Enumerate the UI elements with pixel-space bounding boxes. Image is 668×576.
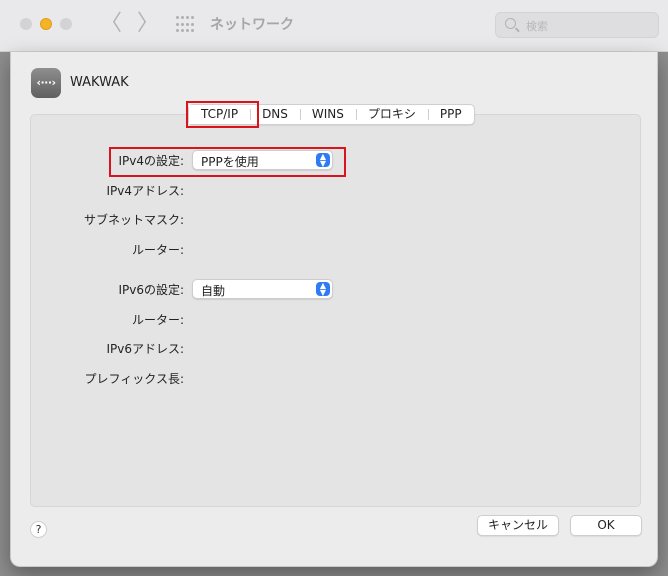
help-button[interactable]: ? <box>30 521 47 538</box>
back-arrow-icon[interactable]: 〈 <box>100 12 122 36</box>
tcpip-settings-sheet: ‹···› WAKWAK TCP/IP DNS WINS プロキシ PPP IP… <box>10 52 658 567</box>
ipv4-address-label: IPv4アドレス: <box>106 184 184 198</box>
window-title: ネットワーク <box>210 17 294 33</box>
forward-arrow-icon[interactable]: 〉 <box>137 12 159 36</box>
tcpip-tab-highlight-box <box>186 101 259 128</box>
ipv4-config-highlight-box <box>109 147 346 177</box>
close-window-button[interactable] <box>20 18 32 30</box>
ipv6-router-label: ルーター: <box>131 313 184 327</box>
tab-wins[interactable]: WINS <box>299 105 356 124</box>
zoom-window-button[interactable] <box>60 18 72 30</box>
ipv6-config-value: 自動 <box>201 284 226 298</box>
search-field[interactable]: 検索 <box>495 12 659 38</box>
ok-button[interactable]: OK <box>570 515 642 536</box>
ipv6-address-label: IPv6アドレス: <box>106 342 184 356</box>
show-all-grid-icon[interactable] <box>176 16 194 34</box>
window-titlebar: 〈 〉 ネットワーク 検索 <box>0 0 668 52</box>
ipv6-config-label: IPv6の設定: <box>118 283 184 297</box>
prefix-length-label: プレフィックス長: <box>84 372 184 386</box>
minimize-window-button[interactable] <box>40 18 52 30</box>
chevron-updown-icon: ▲ ▼ <box>316 282 330 297</box>
search-placeholder: 検索 <box>526 20 548 33</box>
ipv4-router-label: ルーター: <box>131 243 184 257</box>
subnet-mask-label: サブネットマスク: <box>83 213 184 227</box>
cancel-button[interactable]: キャンセル <box>477 515 559 536</box>
ipv6-config-popup[interactable]: 自動 ▲ ▼ <box>192 279 333 299</box>
service-name: WAKWAK <box>70 75 129 90</box>
tab-proxy[interactable]: プロキシ <box>355 105 428 124</box>
tab-ppp[interactable]: PPP <box>427 105 474 124</box>
search-icon <box>505 18 516 29</box>
network-service-icon: ‹···› <box>31 68 61 98</box>
